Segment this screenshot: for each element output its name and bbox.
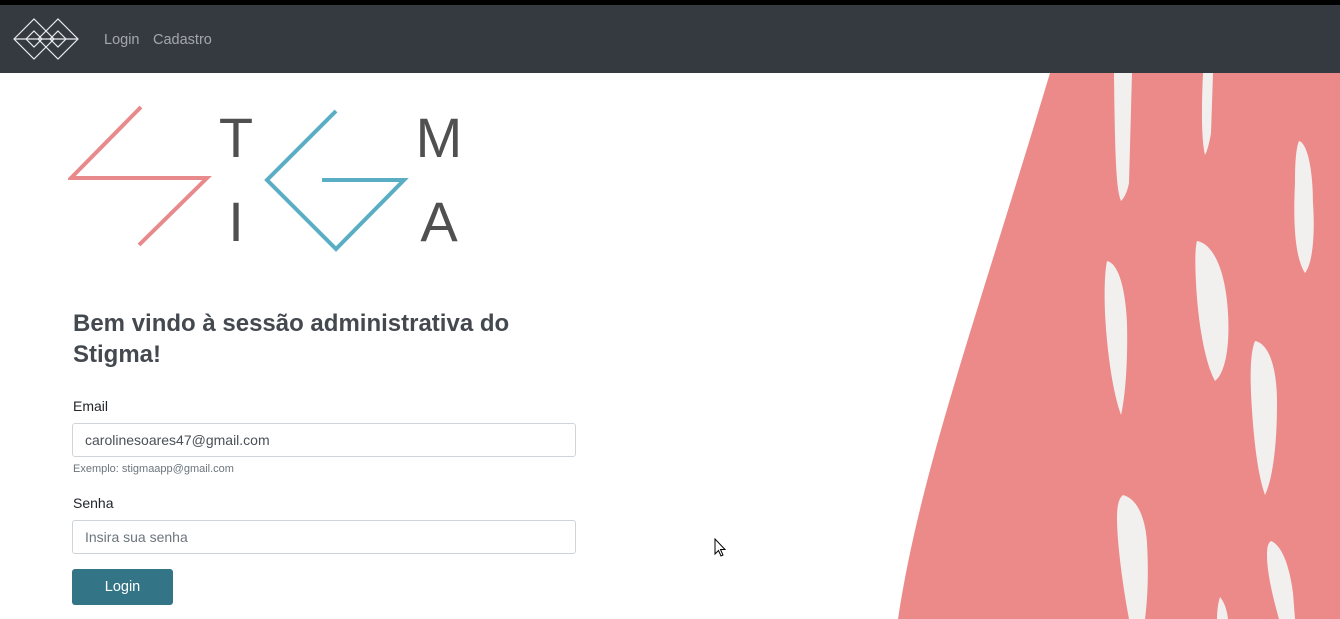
logo-letter-i: I [228, 190, 244, 253]
logo-pink-s-stroke [68, 105, 212, 247]
logo-letter-t: T [219, 106, 253, 169]
login-button[interactable]: Login [72, 569, 173, 605]
page-title: Bem vindo à sessão administrativa do Sti… [73, 310, 510, 368]
email-label: Email [73, 398, 109, 414]
decorative-pink-shape [898, 73, 1340, 619]
logo-letter-a: A [420, 190, 458, 253]
nav-login-link[interactable]: Login [104, 32, 139, 48]
logo-teal-g-stroke [264, 109, 409, 252]
logo-letter-m: M [416, 106, 463, 169]
email-hint: Exemplo: stigmaapp@gmail.com [73, 463, 234, 475]
password-label: Senha [73, 495, 114, 511]
stigma-logo: T M I A [68, 105, 463, 253]
nav-cadastro-link[interactable]: Cadastro [153, 32, 212, 48]
navbar: Login Cadastro [0, 5, 1340, 73]
diamond-logo-icon[interactable] [13, 18, 79, 60]
mouse-cursor-icon [714, 538, 727, 557]
email-field[interactable] [72, 423, 576, 457]
password-field[interactable] [72, 520, 576, 554]
